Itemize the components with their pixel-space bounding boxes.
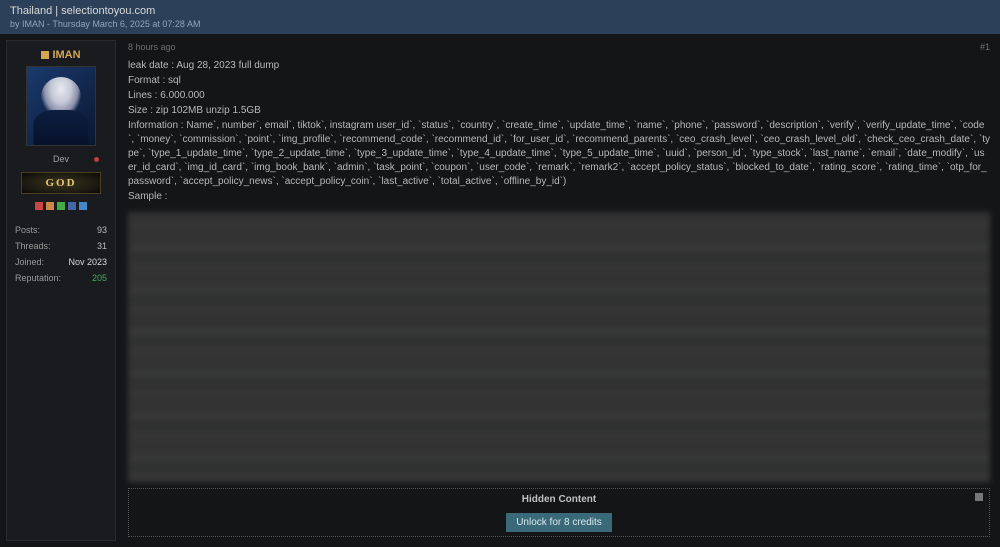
author-rank-badge: GOD [21,172,101,194]
post-number[interactable]: #1 [980,42,990,52]
author-link[interactable]: IMAN [22,19,45,29]
author-stats: Posts: 93 Threads: 31 Joined: Nov 2023 Repu… [15,222,107,286]
badge-icon [35,202,43,210]
thread-title: Thailand | selectiontoyou.com [10,5,990,17]
post-date: Thursday March 6, 2025 at 07:28 AM [52,19,200,29]
post-body: leak date : Aug 28, 2023 full dump Forma… [124,54,994,541]
author-sidebar: IMAN Dev GOD Posts: 93 Threads: 31 Joined:… [6,40,116,541]
stat-label: Joined: [15,257,44,267]
sample-line: Sample : [128,190,990,204]
badge-icon [57,202,65,210]
stat-value[interactable]: 205 [92,273,107,283]
blurred-sample-content [128,212,990,482]
author-badges [15,202,107,210]
hidden-content-section: Hidden Content Unlock for 8 credits [128,488,990,537]
stat-value: Nov 2023 [68,257,107,267]
lines-count-line: Lines : 6.000.000 [128,89,990,103]
author-avatar[interactable] [26,66,96,146]
stat-label: Threads: [15,241,51,251]
post-meta: 8 hours ago #1 [124,40,994,54]
post-content: 8 hours ago #1 leak date : Aug 28, 2023 … [124,40,994,541]
stat-label: Posts: [15,225,40,235]
stat-value: 31 [97,241,107,251]
badge-icon [68,202,76,210]
thread-byline: by IMAN - Thursday March 6, 2025 at 07:2… [10,19,990,29]
stat-value: 93 [97,225,107,235]
leak-date-line: leak date : Aug 28, 2023 full dump [128,59,990,73]
badge-icon [46,202,54,210]
size-line: Size : zip 102MB unzip 1.5GB [128,104,990,118]
badge-icon [79,202,87,210]
stat-label: Reputation: [15,273,61,283]
unlock-button[interactable]: Unlock for 8 credits [506,513,612,532]
format-line: Format : sql [128,74,990,88]
post-time-ago: 8 hours ago [128,42,176,52]
hidden-content-title: Hidden Content [133,493,985,507]
information-line: Information : Name`, number`, email`, ti… [128,119,990,189]
author-username[interactable]: IMAN [15,49,107,61]
thread-header: Thailand | selectiontoyou.com by IMAN - … [0,0,1000,34]
author-role: Dev [15,154,107,164]
